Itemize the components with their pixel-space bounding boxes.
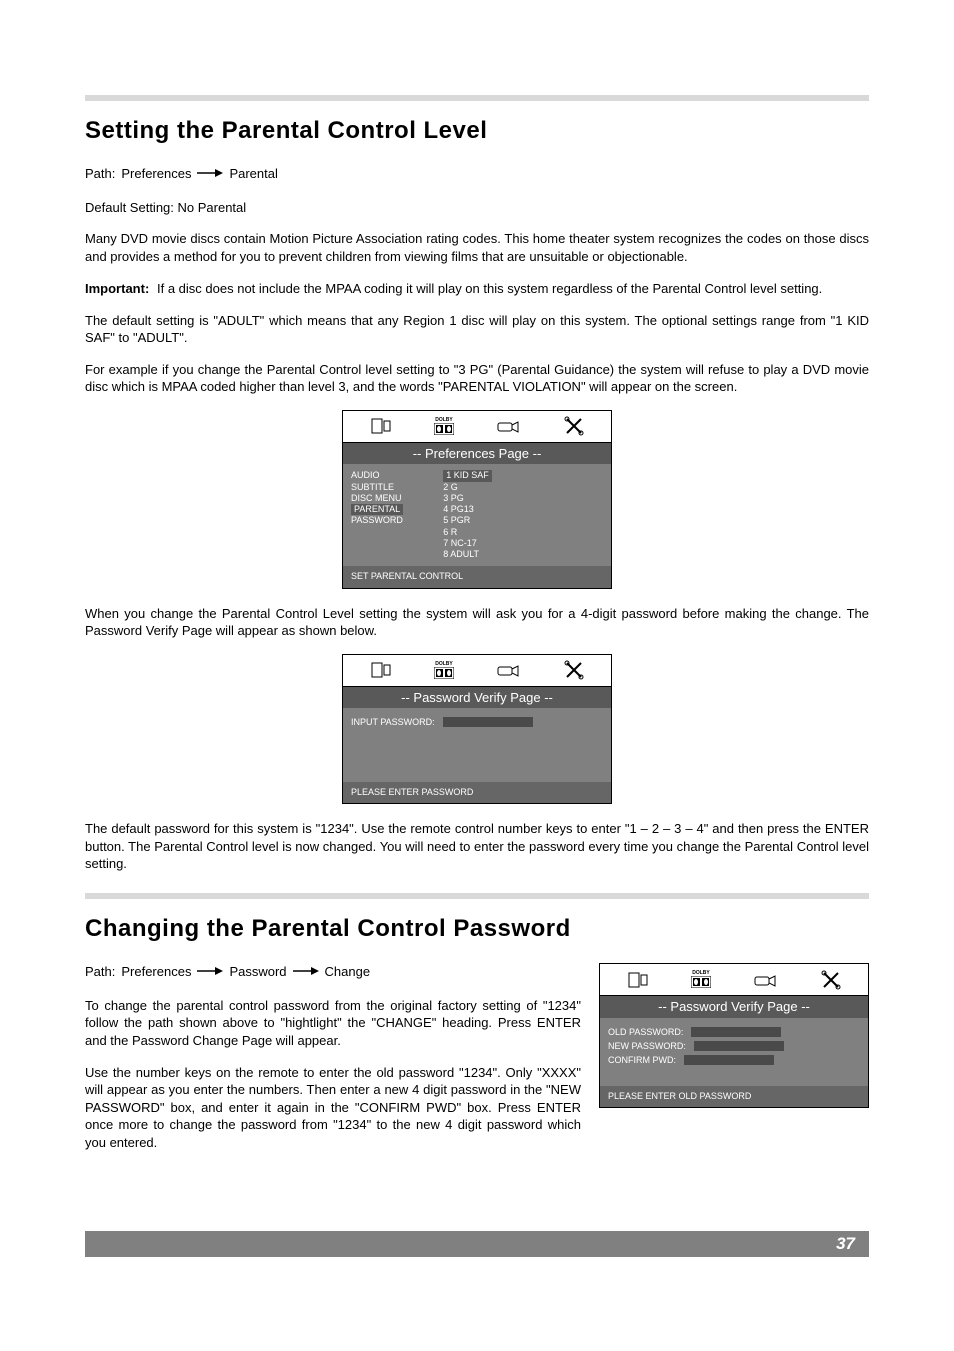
osd1-right-item-selected: 1 KID SAF (443, 470, 492, 481)
osd1-right-item: 8 ADULT (443, 549, 492, 560)
tools-icon (564, 660, 584, 680)
osd1-body: AUDIO SUBTITLE DISC MENU PARENTAL PASSWO… (343, 464, 611, 566)
osd1-right-item: 3 PG (443, 493, 492, 504)
arrow-right-icon (197, 165, 223, 183)
video-icon (753, 972, 779, 988)
path-seg-preferences: Preferences (121, 165, 191, 183)
section2-path: Path: Preferences Password Change (85, 963, 581, 981)
path-seg-password: Password (229, 963, 286, 981)
section1-para4: When you change the Parental Control Lev… (85, 605, 869, 640)
osd1-footer: SET PARENTAL CONTROL (343, 566, 611, 587)
osd2-footer: PLEASE ENTER PASSWORD (343, 782, 611, 803)
section1-heading: Setting the Parental Control Level (85, 115, 869, 147)
new-password-label: NEW PASSWORD: (608, 1040, 686, 1052)
osd1-left-item: PASSWORD (351, 515, 403, 526)
path-seg-parental: Parental (229, 165, 277, 183)
page-footer: 37 (85, 1231, 869, 1257)
osd2-body: INPUT PASSWORD: (343, 708, 611, 782)
password-input-box (694, 1041, 784, 1051)
dolby-icon: DOLBY (434, 662, 454, 679)
path-label: Path: (85, 963, 115, 981)
page-number: 37 (836, 1233, 855, 1256)
important-label: Important: (85, 281, 149, 296)
speaker-icon (627, 971, 649, 989)
osd1-left-col: AUDIO SUBTITLE DISC MENU PARENTAL PASSWO… (351, 470, 403, 560)
osd1-title: -- Preferences Page -- (343, 443, 611, 465)
password-input-box (691, 1027, 781, 1037)
osd1-right-col: 1 KID SAF 2 G 3 PG 4 PG13 5 PGR 6 R 7 NC… (443, 470, 492, 560)
input-password-label: INPUT PASSWORD: (351, 716, 435, 728)
section1-para1: Many DVD movie discs contain Motion Pict… (85, 230, 869, 265)
osd1-right-item: 6 R (443, 527, 492, 538)
osd-password-verify: DOLBY -- Password Verify Page -- INPUT P… (342, 654, 612, 805)
osd1-left-item-selected: PARENTAL (351, 504, 403, 515)
video-icon (496, 418, 522, 434)
osd2-title: -- Password Verify Page -- (343, 687, 611, 709)
section2-para2: Use the number keys on the remote to ent… (85, 1064, 581, 1152)
arrow-right-icon (293, 963, 319, 981)
osd1-right-item: 2 G (443, 482, 492, 493)
tools-icon (564, 416, 584, 436)
section2-heading: Changing the Parental Control Password (85, 913, 869, 945)
section1-path: Path: Preferences Parental (85, 165, 869, 183)
password-input-box (443, 717, 533, 727)
osd3-footer: PLEASE ENTER OLD PASSWORD (600, 1086, 868, 1107)
section-divider (85, 893, 869, 899)
osd-icon-bar: DOLBY (600, 964, 868, 996)
osd1-right-item: 7 NC-17 (443, 538, 492, 549)
osd1-left-item: SUBTITLE (351, 482, 403, 493)
password-input-box (684, 1055, 774, 1065)
section1-para5: The default password for this system is … (85, 820, 869, 873)
default-setting: Default Setting: No Parental (85, 199, 869, 217)
osd1-left-item: DISC MENU (351, 493, 403, 504)
osd3-body: OLD PASSWORD: NEW PASSWORD: CONFIRM PWD: (600, 1018, 868, 1086)
speaker-icon (370, 661, 392, 679)
path-seg-preferences: Preferences (121, 963, 191, 981)
tools-icon (821, 970, 841, 990)
osd3-title: -- Password Verify Page -- (600, 996, 868, 1018)
osd-preferences-page: DOLBY -- Preferences Page -- AUDIO SUBTI… (342, 410, 612, 589)
section1-para2: The default setting is "ADULT" which mea… (85, 312, 869, 347)
section1-para3: For example if you change the Parental C… (85, 361, 869, 396)
osd-password-change: DOLBY -- Password Verify Page -- OLD PAS… (599, 963, 869, 1108)
important-text: If a disc does not include the MPAA codi… (157, 280, 869, 298)
osd1-left-item: AUDIO (351, 470, 403, 481)
old-password-label: OLD PASSWORD: (608, 1026, 683, 1038)
path-label: Path: (85, 165, 115, 183)
path-seg-change: Change (325, 963, 371, 981)
arrow-right-icon (197, 963, 223, 981)
dolby-icon: DOLBY (691, 971, 711, 988)
dolby-icon: DOLBY (434, 418, 454, 435)
section2-para1: To change the parental control password … (85, 997, 581, 1050)
important-note: Important: If a disc does not include th… (85, 280, 869, 298)
osd1-right-item: 4 PG13 (443, 504, 492, 515)
confirm-password-label: CONFIRM PWD: (608, 1054, 676, 1066)
osd1-right-item: 5 PGR (443, 515, 492, 526)
osd-icon-bar: DOLBY (343, 655, 611, 687)
section-divider (85, 95, 869, 101)
speaker-icon (370, 417, 392, 435)
osd-icon-bar: DOLBY (343, 411, 611, 443)
video-icon (496, 662, 522, 678)
